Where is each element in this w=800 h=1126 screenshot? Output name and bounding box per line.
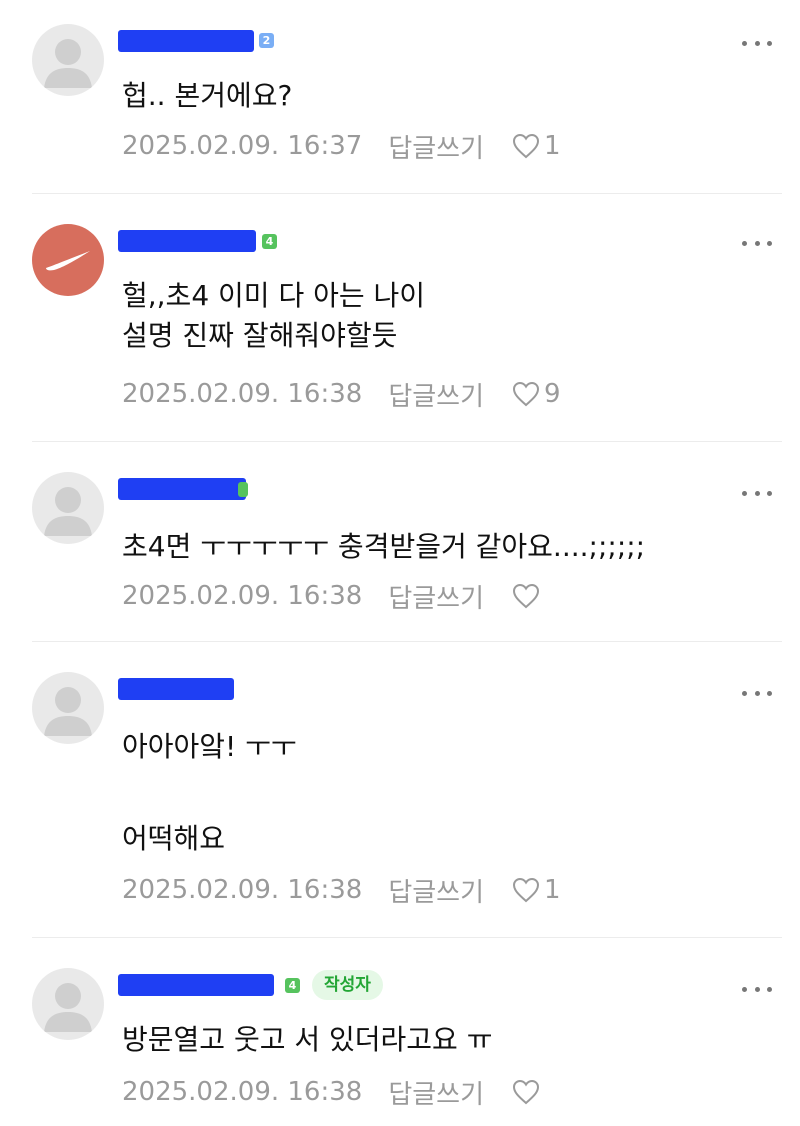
comment-date: 2025.02.09. 16:38 [122,1077,363,1107]
more-options-button[interactable] [742,38,772,48]
redacted-username[interactable] [118,974,274,996]
default-avatar-icon [44,39,92,88]
more-dots-icon [742,240,747,246]
level-badge: 4 [285,978,300,993]
comment-date: 2025.02.09. 16:38 [122,379,363,409]
like-button[interactable]: 9 [512,379,561,409]
like-button[interactable]: 1 [512,875,561,905]
avatar[interactable] [32,968,104,1040]
divider [32,641,782,642]
reply-button[interactable]: 답글쓰기 [388,128,484,165]
like-count: 9 [544,379,561,409]
more-dots-icon [742,490,747,496]
avatar[interactable] [32,224,104,296]
redacted-username[interactable] [118,30,254,52]
avatar[interactable] [32,24,104,96]
comment-meta: 2025.02.09. 16:38 답글쓰기 [122,578,544,614]
reply-button[interactable]: 답글쓰기 [388,1074,484,1111]
default-avatar-icon [44,983,92,1032]
divider [32,193,782,194]
more-options-button[interactable] [742,488,772,498]
avatar[interactable] [32,472,104,544]
reply-button[interactable]: 답글쓰기 [388,578,484,615]
avatar[interactable] [32,672,104,744]
heart-outline-icon [513,381,540,407]
like-button[interactable]: 1 [512,131,561,161]
reply-button[interactable]: 답글쓰기 [388,376,484,413]
heart-outline-icon [513,583,540,609]
level-badge [238,482,248,497]
author-badge: 작성자 [312,970,383,1000]
comment-meta: 2025.02.09. 16:37 답글쓰기 1 [122,128,561,164]
more-dots-icon [742,986,747,992]
comment-meta: 2025.02.09. 16:38 답글쓰기 9 [122,376,561,412]
nike-swoosh-icon [46,251,90,271]
redacted-username[interactable] [118,678,234,700]
level-badge: 4 [262,234,277,249]
comment-text: 방문열고 웃고 서 있더라고요 ㅠ [122,1023,493,1056]
comment-text: 아아아앜! ㅜㅜ 어떡해요 [122,730,297,855]
heart-outline-icon [513,133,540,159]
more-options-button[interactable] [742,238,772,248]
comment-date: 2025.02.09. 16:38 [122,875,363,905]
heart-outline-icon [513,877,540,903]
more-options-button[interactable] [742,984,772,994]
redacted-username[interactable] [118,478,246,500]
comment-text: 헙.. 본거에요? [122,79,293,112]
more-dots-icon [742,690,747,696]
reply-button[interactable]: 답글쓰기 [388,872,484,909]
divider [32,441,782,442]
like-button[interactable] [512,583,544,609]
comment-meta: 2025.02.09. 16:38 답글쓰기 [122,1074,544,1110]
comment-text: 헐,,초4 이미 다 아는 나이 설명 진짜 잘해줘야할듯 [122,279,426,352]
like-button[interactable] [512,1079,544,1105]
like-count: 1 [544,875,561,905]
heart-outline-icon [513,1079,540,1105]
default-avatar-icon [44,687,92,736]
redacted-username[interactable] [118,230,256,252]
default-avatar-icon [44,487,92,536]
more-options-button[interactable] [742,688,772,698]
comment-text: 초4면 ㅜㅜㅜㅜㅜ 충격받을거 같아요....;;;;;; [122,530,646,563]
comment-meta: 2025.02.09. 16:38 답글쓰기 1 [122,872,561,908]
level-badge: 2 [259,33,274,48]
comment-date: 2025.02.09. 16:38 [122,581,363,611]
comment-date: 2025.02.09. 16:37 [122,131,363,161]
like-count: 1 [544,131,561,161]
more-dots-icon [742,40,747,46]
divider [32,937,782,938]
